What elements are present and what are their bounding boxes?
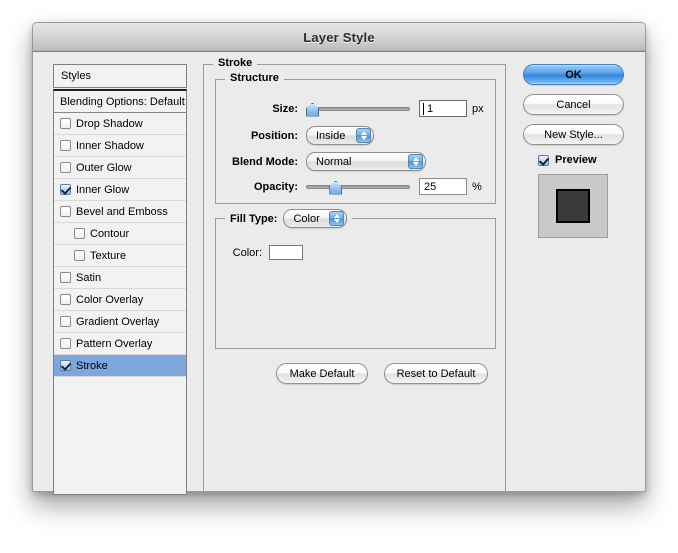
style-item-checkbox[interactable] (60, 184, 71, 195)
style-item-checkbox[interactable] (60, 118, 71, 129)
size-unit: px (472, 102, 484, 115)
opacity-row: Opacity: 25 % (226, 178, 482, 195)
style-item-checkbox[interactable] (60, 162, 71, 173)
style-item-label: Bevel and Emboss (76, 205, 168, 218)
cancel-button[interactable]: Cancel (523, 94, 624, 115)
chevron-updown-icon[interactable] (408, 154, 423, 169)
opacity-slider[interactable] (306, 180, 410, 195)
new-style-button[interactable]: New Style... (523, 124, 624, 145)
style-item-checkbox[interactable] (60, 316, 71, 327)
position-label: Position: (250, 129, 298, 142)
chevron-updown-icon[interactable] (329, 211, 345, 226)
fill-type-label: Fill Type: (230, 212, 278, 225)
styles-panel-header: Styles (53, 64, 187, 88)
size-label: Size: (272, 102, 298, 115)
style-item-checkbox[interactable] (74, 250, 85, 261)
styles-header-label: Styles (61, 70, 91, 82)
blend-mode-select[interactable]: Normal (306, 152, 426, 171)
make-default-button[interactable]: Make Default (276, 363, 368, 384)
fill-type-group: Fill Type: Color Color: (215, 209, 496, 349)
style-item-checkbox[interactable] (60, 206, 71, 217)
opacity-input[interactable]: 25 (419, 178, 467, 195)
style-list-item[interactable]: Contour (54, 223, 186, 245)
preview-toggle[interactable]: Preview (538, 154, 635, 166)
opacity-slider-track[interactable] (306, 184, 410, 189)
style-item-checkbox[interactable] (60, 360, 71, 371)
style-item-label: Contour (90, 227, 130, 240)
blend-mode-row: Blend Mode: Normal (226, 152, 426, 171)
text-caret (423, 103, 424, 115)
window-title: Layer Style (303, 29, 375, 45)
style-item-checkbox[interactable] (60, 140, 71, 151)
size-row: Size: 1 px (226, 100, 484, 117)
style-item-label: Drop Shadow (76, 117, 143, 130)
style-item-checkbox[interactable] (60, 338, 71, 349)
style-item-label: Inner Shadow (76, 139, 144, 152)
styles-list[interactable]: Blending Options: Default Drop Shadow Inne… (53, 89, 187, 495)
style-list-item[interactable]: Inner Shadow (54, 135, 186, 157)
structure-group-legend: Structure (225, 72, 284, 84)
color-row: Color: (228, 245, 303, 260)
stroke-group: Stroke Structure Size: 1 px Position: In… (203, 57, 506, 495)
style-list-item[interactable]: Inner Glow (54, 179, 186, 201)
fill-type-legend-row: Fill Type: Color (225, 209, 353, 228)
title-bar: Layer Style (33, 23, 645, 52)
style-list-item[interactable]: Drop Shadow (54, 113, 186, 135)
opacity-value: 25 (424, 180, 437, 193)
style-item-checkbox[interactable] (74, 228, 85, 239)
style-item-label: Gradient Overlay (76, 315, 160, 328)
dialog-body: Styles Blending Options: Default Drop Sha… (33, 52, 645, 495)
color-label: Color: (232, 246, 262, 259)
style-item-label: Satin (76, 271, 102, 284)
preview-label: Preview (555, 154, 597, 166)
style-item-label: Inner Glow (76, 183, 130, 196)
stroke-group-legend: Stroke (213, 57, 258, 69)
color-swatch[interactable] (269, 245, 303, 260)
style-list-item[interactable]: Blending Options: Default (54, 91, 186, 113)
fill-type-select[interactable]: Color (283, 209, 348, 228)
style-list-item[interactable]: Satin (54, 267, 186, 289)
chevron-updown-icon[interactable] (356, 128, 371, 143)
style-item-label: Blending Options: Default (60, 95, 185, 108)
fill-type-value: Color (293, 212, 320, 225)
structure-group: Structure Size: 1 px Position: Inside Bl… (215, 72, 496, 204)
style-list-item[interactable]: Pattern Overlay (54, 333, 186, 355)
style-item-checkbox[interactable] (60, 272, 71, 283)
size-slider-thumb[interactable] (306, 102, 319, 117)
style-list-item[interactable]: Color Overlay (54, 289, 186, 311)
style-item-label: Texture (90, 249, 127, 262)
size-slider-track[interactable] (306, 106, 410, 111)
position-select[interactable]: Inside (306, 126, 374, 145)
size-value: 1 (427, 102, 434, 115)
style-item-label: Pattern Overlay (76, 337, 153, 350)
position-row: Position: Inside (226, 126, 374, 145)
opacity-slider-thumb[interactable] (329, 180, 343, 195)
style-item-checkbox[interactable] (60, 294, 71, 305)
action-panel: OK Cancel New Style... Preview (523, 64, 635, 238)
preview-checkbox[interactable] (538, 154, 549, 166)
style-list-item[interactable]: Stroke (54, 355, 186, 377)
size-input[interactable]: 1 (419, 100, 467, 117)
style-item-label: Stroke (76, 359, 108, 372)
preview-thumbnail-square (556, 189, 590, 223)
opacity-label: Opacity: (253, 180, 298, 193)
style-list-item[interactable]: Gradient Overlay (54, 311, 186, 333)
preview-thumbnail (538, 174, 608, 238)
ok-button[interactable]: OK (523, 64, 624, 85)
style-list-item[interactable]: Bevel and Emboss (54, 201, 186, 223)
layer-style-dialog: Layer Style Styles Blending Options: Def… (32, 22, 646, 495)
opacity-unit: % (472, 180, 482, 193)
style-list-item[interactable]: Texture (54, 245, 186, 267)
reset-to-default-button[interactable]: Reset to Default (384, 363, 488, 384)
size-slider[interactable] (306, 102, 410, 117)
style-list-item[interactable]: Outer Glow (54, 157, 186, 179)
style-item-label: Color Overlay (76, 293, 144, 306)
style-item-label: Outer Glow (76, 161, 132, 174)
blend-mode-label: Blend Mode: (232, 155, 298, 168)
position-value: Inside (316, 129, 346, 142)
blend-mode-value: Normal (316, 155, 352, 168)
